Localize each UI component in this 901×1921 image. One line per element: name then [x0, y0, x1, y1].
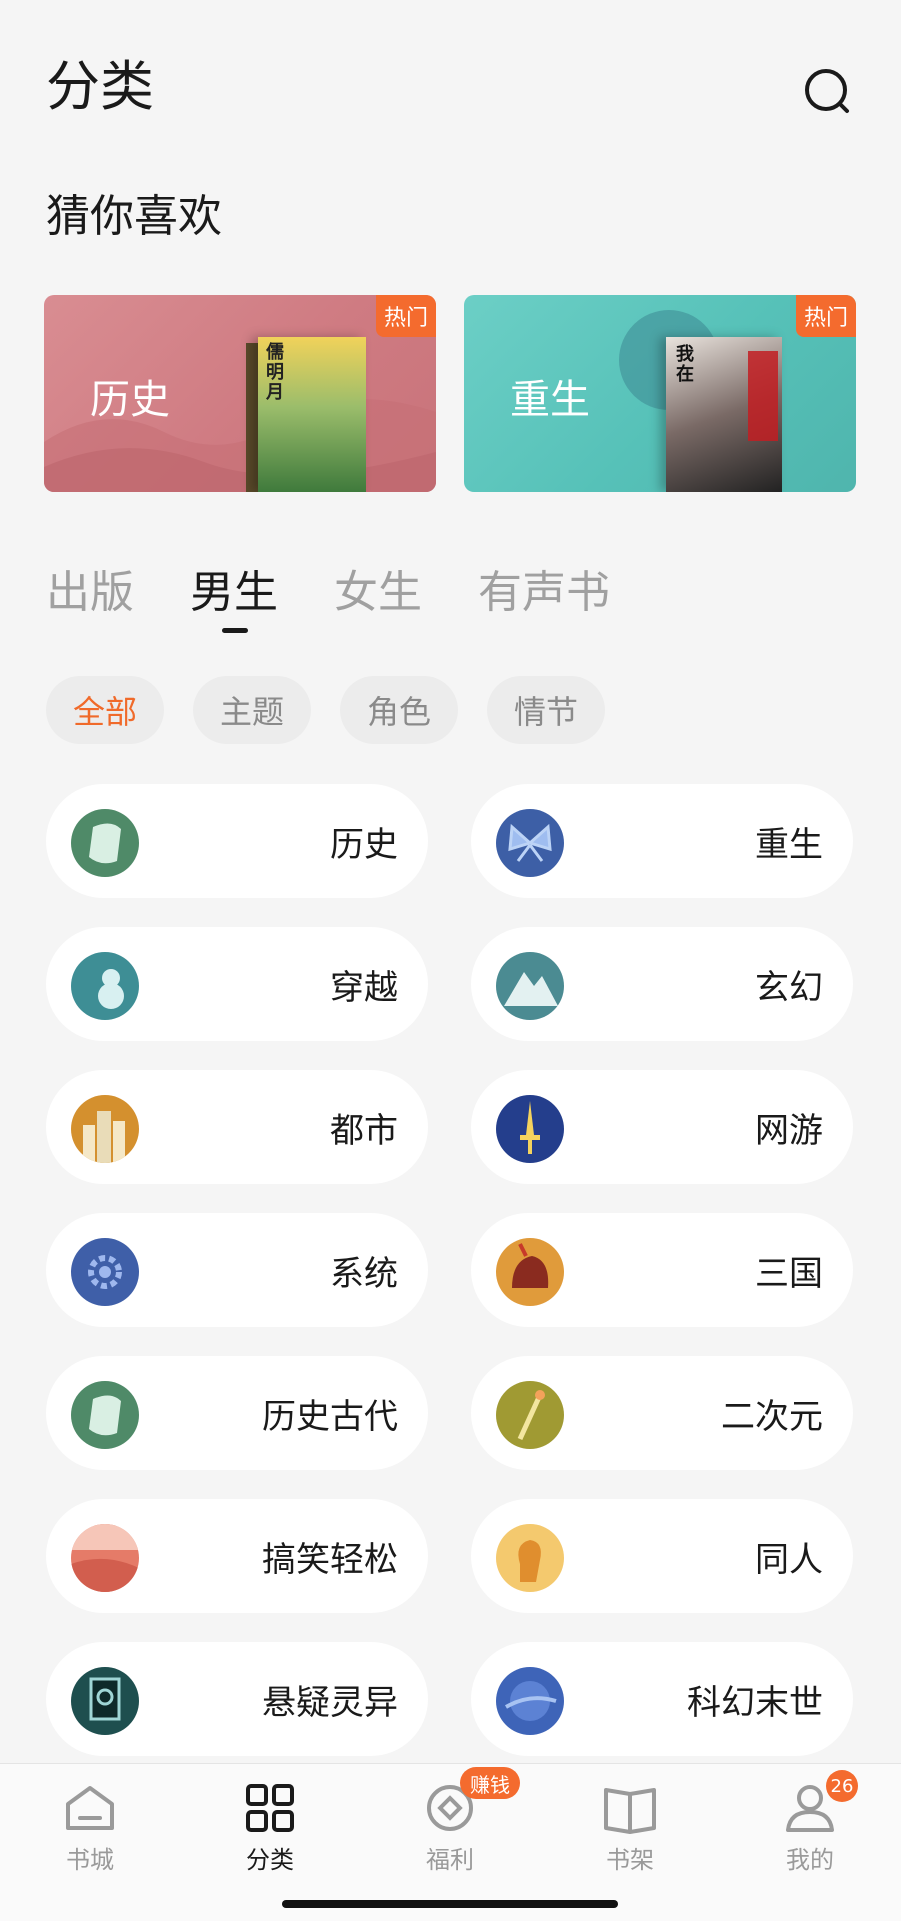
book-cover-title: 儒明月	[266, 342, 284, 403]
category-mystery[interactable]: 悬疑灵异	[46, 1642, 428, 1756]
sword-icon	[496, 1095, 564, 1163]
book-cover: 我在	[666, 337, 782, 492]
tab-male[interactable]: 男生	[190, 556, 278, 620]
page-title: 分类	[46, 55, 154, 118]
category-anime[interactable]: 二次元	[471, 1356, 853, 1470]
category-label: 同人	[755, 1539, 823, 1580]
hot-badge: 热门	[796, 295, 856, 337]
notification-count-badge: 26	[826, 1770, 858, 1802]
grid-icon	[246, 1784, 294, 1832]
home-indicator[interactable]	[282, 1900, 618, 1908]
tab-publishing[interactable]: 出版	[46, 556, 134, 620]
category-fanfiction[interactable]: 同人	[471, 1499, 853, 1613]
category-rebirth[interactable]: 重生	[471, 784, 853, 898]
category-online-game[interactable]: 网游	[471, 1070, 853, 1184]
planet-icon	[496, 1667, 564, 1735]
category-label: 网游	[755, 1110, 823, 1151]
mountain-icon	[496, 952, 564, 1020]
category-comedy[interactable]: 搞笑轻松	[46, 1499, 428, 1613]
scroll-icon	[71, 809, 139, 877]
category-label: 穿越	[330, 967, 398, 1008]
head-icon	[496, 1524, 564, 1592]
nav-label: 书架	[606, 1846, 654, 1874]
filter-theme[interactable]: 主题	[193, 676, 311, 744]
search-icon	[805, 69, 849, 113]
butterfly-icon	[496, 809, 564, 877]
category-urban[interactable]: 都市	[46, 1070, 428, 1184]
gender-tabs: 出版 男生 女生 有声书	[0, 556, 901, 636]
home-icon	[66, 1786, 114, 1830]
category-label: 历史古代	[262, 1396, 398, 1437]
tab-female[interactable]: 女生	[334, 556, 422, 620]
gourd-icon	[71, 952, 139, 1020]
bottom-nav: 书城 分类 福利 书架 我的	[0, 1763, 901, 1921]
hot-badge: 热门	[376, 295, 436, 337]
nav-label: 福利	[426, 1846, 474, 1874]
nav-label: 书城	[66, 1846, 114, 1874]
helmet-icon	[496, 1238, 564, 1306]
featured-card-rebirth[interactable]: 重生 我在 热门	[464, 295, 856, 492]
filter-all[interactable]: 全部	[46, 676, 164, 744]
earn-badge: 赚钱	[460, 1767, 520, 1799]
category-ancient-history[interactable]: 历史古代	[46, 1356, 428, 1470]
scroll-icon	[71, 1381, 139, 1449]
gear-icon	[71, 1238, 139, 1306]
category-label: 都市	[330, 1110, 398, 1151]
nav-bookstore[interactable]: 书城	[30, 1782, 150, 1875]
category-three-kingdoms[interactable]: 三国	[471, 1213, 853, 1327]
featured-label: 历史	[90, 377, 170, 423]
category-fantasy[interactable]: 玄幻	[471, 927, 853, 1041]
category-label: 三国	[755, 1253, 823, 1294]
featured-card-history[interactable]: 历史 儒明月 热门	[44, 295, 436, 492]
brush-icon	[496, 1381, 564, 1449]
category-label: 历史	[330, 824, 398, 865]
filter-role[interactable]: 角色	[340, 676, 458, 744]
category-label: 玄幻	[755, 967, 823, 1008]
nav-label: 我的	[786, 1846, 834, 1874]
book-cover: 儒明月	[258, 337, 366, 492]
filter-plot[interactable]: 情节	[487, 676, 605, 744]
featured-label: 重生	[510, 377, 590, 423]
category-label: 搞笑轻松	[262, 1539, 398, 1580]
category-label: 科幻末世	[687, 1682, 823, 1723]
category-label: 系统	[330, 1253, 398, 1294]
smile-icon	[71, 1524, 139, 1592]
mystery-card-icon	[71, 1667, 139, 1735]
book-cover-title: 我在	[676, 344, 694, 385]
tab-audiobook[interactable]: 有声书	[478, 556, 610, 620]
section-title-recommend: 猜你喜欢	[46, 191, 222, 242]
category-label: 二次元	[721, 1396, 823, 1437]
category-scifi-apocalypse[interactable]: 科幻末世	[471, 1642, 853, 1756]
book-icon	[604, 1788, 656, 1834]
category-history[interactable]: 历史	[46, 784, 428, 898]
nav-bookshelf[interactable]: 书架	[570, 1782, 690, 1875]
nav-category[interactable]: 分类	[210, 1782, 330, 1875]
category-label: 悬疑灵异	[262, 1682, 398, 1723]
search-button[interactable]	[800, 64, 856, 120]
category-system[interactable]: 系统	[46, 1213, 428, 1327]
cover-accent	[748, 351, 778, 441]
category-time-travel[interactable]: 穿越	[46, 927, 428, 1041]
category-label: 重生	[755, 824, 823, 865]
active-tab-indicator	[222, 628, 248, 633]
nav-label: 分类	[246, 1846, 294, 1874]
city-icon	[71, 1095, 139, 1163]
